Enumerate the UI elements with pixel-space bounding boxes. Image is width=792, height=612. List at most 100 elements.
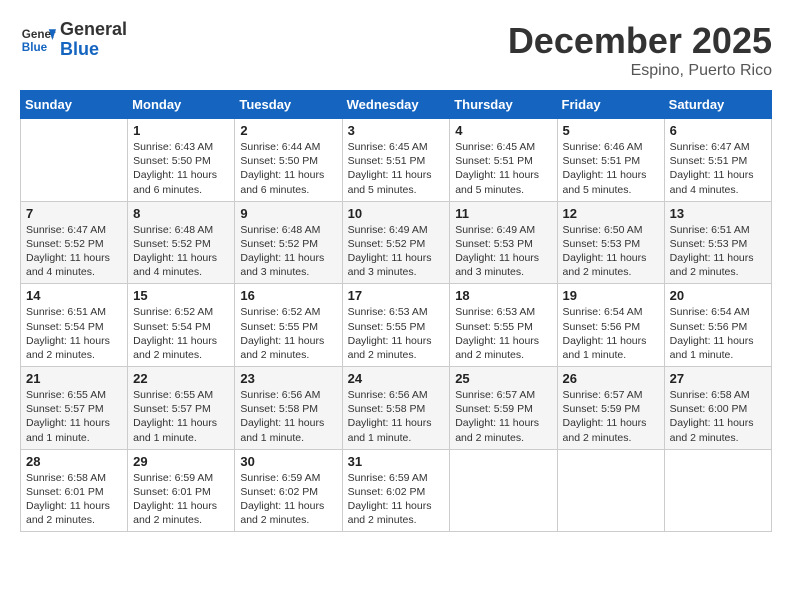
calendar-cell: 17 Sunrise: 6:53 AMSunset: 5:55 PMDayligh… bbox=[342, 284, 450, 367]
calendar-cell: 3 Sunrise: 6:45 AMSunset: 5:51 PMDaylight… bbox=[342, 119, 450, 202]
calendar-cell bbox=[21, 119, 128, 202]
logo-blue: Blue bbox=[60, 39, 99, 59]
day-number: 17 bbox=[348, 288, 445, 303]
calendar-cell: 2Sunrise: 6:44 AMSunset: 5:50 PMDaylight… bbox=[235, 119, 342, 202]
day-info: Sunrise: 6:48 AMSunset: 5:52 PMDaylight:… bbox=[133, 223, 229, 280]
calendar-cell: 14 Sunrise: 6:51 AMSunset: 5:54 PMDayligh… bbox=[21, 284, 128, 367]
calendar-cell: 16Sunrise: 6:52 AMSunset: 5:55 PMDayligh… bbox=[235, 284, 342, 367]
calendar-cell: 29 Sunrise: 6:59 AMSunset: 6:01 PMDayligh… bbox=[128, 449, 235, 532]
day-info: Sunrise: 6:59 AMSunset: 6:02 PMDaylight:… bbox=[240, 471, 336, 528]
logo-text: General Blue bbox=[60, 20, 127, 60]
calendar-cell: 1Sunrise: 6:43 AMSunset: 5:50 PMDaylight… bbox=[128, 119, 235, 202]
day-info: Sunrise: 6:50 AMSunset: 5:53 PMDaylight:… bbox=[563, 223, 659, 280]
day-number: 7 bbox=[26, 206, 122, 221]
calendar-cell: 20 Sunrise: 6:54 AMSunset: 5:56 PMDayligh… bbox=[664, 284, 771, 367]
day-info: Sunrise: 6:59 AMSunset: 6:01 PMDaylight:… bbox=[133, 471, 229, 528]
svg-text:Blue: Blue bbox=[22, 41, 48, 54]
calendar-cell: 5Sunrise: 6:46 AMSunset: 5:51 PMDaylight… bbox=[557, 119, 664, 202]
day-number: 21 bbox=[26, 371, 122, 386]
calendar-cell: 6Sunrise: 6:47 AMSunset: 5:51 PMDaylight… bbox=[664, 119, 771, 202]
calendar-cell: 7 Sunrise: 6:47 AMSunset: 5:52 PMDaylight… bbox=[21, 201, 128, 284]
day-number: 10 bbox=[348, 206, 445, 221]
calendar-cell: 10 Sunrise: 6:49 AMSunset: 5:52 PMDayligh… bbox=[342, 201, 450, 284]
day-info: Sunrise: 6:54 AMSunset: 5:56 PMDaylight:… bbox=[563, 305, 659, 362]
calendar: SundayMondayTuesdayWednesdayThursdayFrid… bbox=[20, 90, 772, 532]
day-header-sunday: Sunday bbox=[21, 91, 128, 119]
calendar-header-row: SundayMondayTuesdayWednesdayThursdayFrid… bbox=[21, 91, 772, 119]
calendar-cell bbox=[664, 449, 771, 532]
logo: General Blue General Blue bbox=[20, 20, 127, 60]
calendar-cell: 8 Sunrise: 6:48 AMSunset: 5:52 PMDaylight… bbox=[128, 201, 235, 284]
week-row-2: 7 Sunrise: 6:47 AMSunset: 5:52 PMDaylight… bbox=[21, 201, 772, 284]
day-info: Sunrise: 6:52 AMSunset: 5:55 PMDaylight:… bbox=[240, 305, 336, 362]
day-number: 8 bbox=[133, 206, 229, 221]
day-info: Sunrise: 6:58 AMSunset: 6:00 PMDaylight:… bbox=[670, 388, 766, 445]
day-number: 2 bbox=[240, 123, 336, 138]
day-header-tuesday: Tuesday bbox=[235, 91, 342, 119]
calendar-cell bbox=[450, 449, 557, 532]
day-info: Sunrise: 6:47 AMSunset: 5:52 PMDaylight:… bbox=[26, 223, 122, 280]
calendar-cell: 12 Sunrise: 6:50 AMSunset: 5:53 PMDayligh… bbox=[557, 201, 664, 284]
calendar-cell: 15 Sunrise: 6:52 AMSunset: 5:54 PMDayligh… bbox=[128, 284, 235, 367]
calendar-cell: 21 Sunrise: 6:55 AMSunset: 5:57 PMDayligh… bbox=[21, 367, 128, 450]
day-number: 12 bbox=[563, 206, 659, 221]
day-number: 30 bbox=[240, 454, 336, 469]
day-number: 3 bbox=[348, 123, 445, 138]
day-info: Sunrise: 6:45 AMSunset: 5:51 PMDaylight:… bbox=[348, 140, 445, 197]
day-number: 29 bbox=[133, 454, 229, 469]
day-number: 14 bbox=[26, 288, 122, 303]
day-number: 20 bbox=[670, 288, 766, 303]
day-info: Sunrise: 6:57 AMSunset: 5:59 PMDaylight:… bbox=[563, 388, 659, 445]
day-number: 27 bbox=[670, 371, 766, 386]
week-row-3: 14 Sunrise: 6:51 AMSunset: 5:54 PMDayligh… bbox=[21, 284, 772, 367]
day-info: Sunrise: 6:53 AMSunset: 5:55 PMDaylight:… bbox=[348, 305, 445, 362]
calendar-cell bbox=[557, 449, 664, 532]
calendar-cell: 13 Sunrise: 6:51 AMSunset: 5:53 PMDayligh… bbox=[664, 201, 771, 284]
location: Espino, Puerto Rico bbox=[508, 62, 772, 80]
calendar-cell: 22Sunrise: 6:55 AMSunset: 5:57 PMDayligh… bbox=[128, 367, 235, 450]
day-info: Sunrise: 6:45 AMSunset: 5:51 PMDaylight:… bbox=[455, 140, 551, 197]
day-info: Sunrise: 6:55 AMSunset: 5:57 PMDaylight:… bbox=[26, 388, 122, 445]
title-area: December 2025 Espino, Puerto Rico bbox=[508, 20, 772, 80]
day-number: 26 bbox=[563, 371, 659, 386]
day-number: 11 bbox=[455, 206, 551, 221]
day-number: 5 bbox=[563, 123, 659, 138]
day-number: 15 bbox=[133, 288, 229, 303]
header: General Blue General Blue December 2025 … bbox=[20, 20, 772, 80]
day-number: 13 bbox=[670, 206, 766, 221]
calendar-cell: 24Sunrise: 6:56 AMSunset: 5:58 PMDayligh… bbox=[342, 367, 450, 450]
day-info: Sunrise: 6:48 AMSunset: 5:52 PMDaylight:… bbox=[240, 223, 336, 280]
day-number: 25 bbox=[455, 371, 551, 386]
day-info: Sunrise: 6:58 AMSunset: 6:01 PMDaylight:… bbox=[26, 471, 122, 528]
day-info: Sunrise: 6:49 AMSunset: 5:52 PMDaylight:… bbox=[348, 223, 445, 280]
day-number: 22 bbox=[133, 371, 229, 386]
day-number: 23 bbox=[240, 371, 336, 386]
day-header-thursday: Thursday bbox=[450, 91, 557, 119]
week-row-4: 21 Sunrise: 6:55 AMSunset: 5:57 PMDayligh… bbox=[21, 367, 772, 450]
day-info: Sunrise: 6:57 AMSunset: 5:59 PMDaylight:… bbox=[455, 388, 551, 445]
day-number: 31 bbox=[348, 454, 445, 469]
day-number: 1 bbox=[133, 123, 229, 138]
day-info: Sunrise: 6:51 AMSunset: 5:54 PMDaylight:… bbox=[26, 305, 122, 362]
day-number: 6 bbox=[670, 123, 766, 138]
day-header-monday: Monday bbox=[128, 91, 235, 119]
day-number: 24 bbox=[348, 371, 445, 386]
calendar-cell: 23 Sunrise: 6:56 AMSunset: 5:58 PMDayligh… bbox=[235, 367, 342, 450]
day-info: Sunrise: 6:52 AMSunset: 5:54 PMDaylight:… bbox=[133, 305, 229, 362]
calendar-cell: 30 Sunrise: 6:59 AMSunset: 6:02 PMDayligh… bbox=[235, 449, 342, 532]
logo-general: General bbox=[60, 19, 127, 39]
day-info: Sunrise: 6:53 AMSunset: 5:55 PMDaylight:… bbox=[455, 305, 551, 362]
calendar-cell: 18Sunrise: 6:53 AMSunset: 5:55 PMDayligh… bbox=[450, 284, 557, 367]
week-row-5: 28Sunrise: 6:58 AMSunset: 6:01 PMDayligh… bbox=[21, 449, 772, 532]
calendar-cell: 19 Sunrise: 6:54 AMSunset: 5:56 PMDayligh… bbox=[557, 284, 664, 367]
calendar-cell: 28Sunrise: 6:58 AMSunset: 6:01 PMDayligh… bbox=[21, 449, 128, 532]
day-info: Sunrise: 6:54 AMSunset: 5:56 PMDaylight:… bbox=[670, 305, 766, 362]
calendar-cell: 9Sunrise: 6:48 AMSunset: 5:52 PMDaylight… bbox=[235, 201, 342, 284]
calendar-cell: 26 Sunrise: 6:57 AMSunset: 5:59 PMDayligh… bbox=[557, 367, 664, 450]
calendar-cell: 4Sunrise: 6:45 AMSunset: 5:51 PMDaylight… bbox=[450, 119, 557, 202]
day-number: 19 bbox=[563, 288, 659, 303]
day-info: Sunrise: 6:51 AMSunset: 5:53 PMDaylight:… bbox=[670, 223, 766, 280]
calendar-cell: 25 Sunrise: 6:57 AMSunset: 5:59 PMDayligh… bbox=[450, 367, 557, 450]
day-info: Sunrise: 6:49 AMSunset: 5:53 PMDaylight:… bbox=[455, 223, 551, 280]
day-info: Sunrise: 6:56 AMSunset: 5:58 PMDaylight:… bbox=[240, 388, 336, 445]
